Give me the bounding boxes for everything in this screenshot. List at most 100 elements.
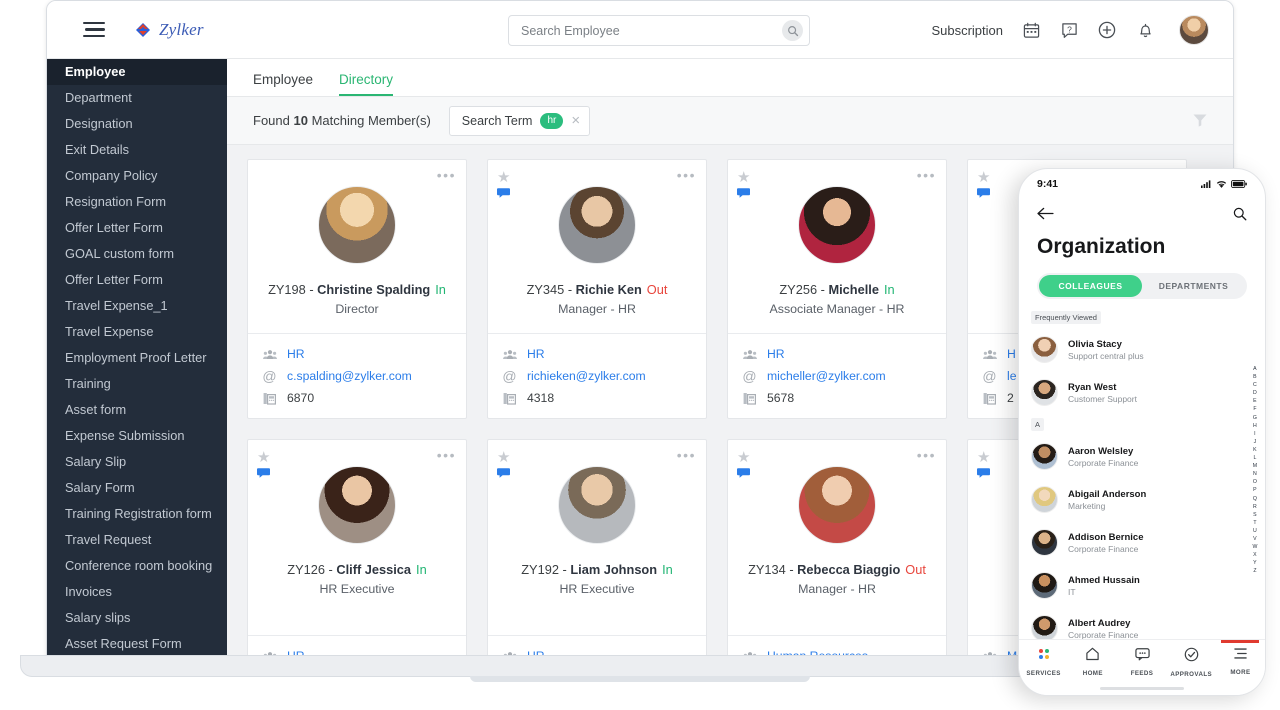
subscription-link[interactable]: Subscription [931, 23, 1003, 38]
star-icon[interactable]: ★ [497, 448, 510, 466]
sidebar-item-company-policy[interactable]: Company Policy [47, 163, 227, 189]
alpha-index-letter[interactable]: U [1253, 527, 1257, 535]
alpha-index-letter[interactable]: T [1253, 519, 1256, 527]
chat-icon[interactable] [497, 467, 511, 482]
more-options-icon[interactable]: ••• [917, 167, 936, 183]
search-term-chip[interactable]: Search Term hr × [449, 106, 590, 136]
alpha-index-letter[interactable]: A [1253, 365, 1257, 373]
sidebar-item-department[interactable]: Department [47, 85, 227, 111]
sidebar-item-employment-proof-letter[interactable]: Employment Proof Letter [47, 345, 227, 371]
alpha-index-letter[interactable]: X [1253, 551, 1257, 559]
alpha-index-letter[interactable]: E [1253, 397, 1257, 405]
alpha-index-letter[interactable]: V [1253, 535, 1257, 543]
alphabet-index[interactable]: ABCDEFGHIJKLMNOPQRSTUVWXYZ [1249, 365, 1261, 575]
alpha-index-letter[interactable]: S [1253, 511, 1257, 519]
chat-icon[interactable] [737, 467, 751, 482]
alpha-index-letter[interactable]: I [1254, 430, 1256, 438]
more-options-icon[interactable]: ••• [677, 167, 696, 183]
phone-tab-more[interactable]: MORE [1216, 647, 1265, 676]
sidebar-item-asset-request-form[interactable]: Asset Request Form [47, 631, 227, 657]
search-icon[interactable] [782, 20, 803, 41]
hamburger-icon[interactable] [83, 18, 105, 42]
alpha-index-letter[interactable]: O [1253, 478, 1257, 486]
sidebar-item-goal-custom-form[interactable]: GOAL custom form [47, 241, 227, 267]
alpha-index-letter[interactable]: W [1252, 543, 1257, 551]
list-item[interactable]: Olivia StacySupport central plus [1031, 328, 1253, 371]
phone-tab-approvals[interactable]: APPROVALS [1167, 647, 1216, 678]
employee-email[interactable]: le [1007, 369, 1017, 383]
employee-email[interactable]: richieken@zylker.com [527, 369, 646, 383]
bell-icon[interactable] [1135, 20, 1155, 40]
employee-email[interactable]: micheller@zylker.com [767, 369, 886, 383]
sidebar-item-travel-request[interactable]: Travel Request [47, 527, 227, 553]
employee-card[interactable]: ★•••ZY192 - Liam JohnsonInHR ExecutiveHR… [487, 439, 707, 668]
list-item[interactable]: Abigail AndersonMarketing [1031, 478, 1253, 521]
alpha-index-letter[interactable]: M [1253, 462, 1258, 470]
alpha-index-letter[interactable]: K [1253, 446, 1257, 454]
star-icon[interactable]: ★ [737, 448, 750, 466]
calendar-icon[interactable] [1021, 20, 1041, 40]
list-item[interactable]: Ryan WestCustomer Support [1031, 371, 1253, 414]
chat-icon[interactable] [977, 187, 991, 202]
avatar[interactable] [1179, 15, 1209, 45]
sidebar-item-asset-form[interactable]: Asset form [47, 397, 227, 423]
more-options-icon[interactable]: ••• [677, 447, 696, 463]
alpha-index-letter[interactable]: Q [1253, 495, 1257, 503]
list-item[interactable]: Ahmed HussainIT [1031, 564, 1253, 607]
alpha-index-letter[interactable]: L [1253, 454, 1256, 462]
alpha-index-letter[interactable]: P [1253, 486, 1257, 494]
phone-tab-home[interactable]: HOME [1068, 647, 1117, 677]
tab-employee[interactable]: Employee [253, 72, 313, 96]
star-icon[interactable]: ★ [497, 168, 510, 186]
sidebar-item-employee[interactable]: Employee [47, 59, 227, 85]
sidebar-item-offer-letter-form[interactable]: Offer Letter Form [47, 267, 227, 293]
more-options-icon[interactable]: ••• [917, 447, 936, 463]
list-item[interactable]: Addison BerniceCorporate Finance [1031, 521, 1253, 564]
sidebar-item-salary-slip[interactable]: Salary Slip [47, 449, 227, 475]
alpha-index-letter[interactable]: J [1254, 438, 1257, 446]
sidebar-item-expense-submission[interactable]: Expense Submission [47, 423, 227, 449]
chat-icon[interactable] [497, 187, 511, 202]
employee-card[interactable]: ★•••ZY126 - Cliff JessicaInHR ExecutiveH… [247, 439, 467, 668]
employee-card[interactable]: ★•••ZY345 - Richie KenOutManager - HRHR@… [487, 159, 707, 419]
employee-department[interactable]: HR [527, 347, 545, 361]
alpha-index-letter[interactable]: Z [1253, 567, 1256, 575]
alpha-index-letter[interactable]: G [1253, 414, 1257, 422]
star-icon[interactable]: ★ [977, 168, 990, 186]
more-options-icon[interactable]: ••• [437, 167, 456, 183]
sidebar-item-training[interactable]: Training [47, 371, 227, 397]
phone-tab-feeds[interactable]: FEEDS [1117, 647, 1166, 677]
sidebar-item-travel-expense-1[interactable]: Travel Expense_1 [47, 293, 227, 319]
employee-department[interactable]: HR [287, 347, 305, 361]
close-icon[interactable]: × [571, 114, 580, 128]
filter-icon[interactable] [1191, 111, 1209, 134]
sidebar-item-training-registration-form[interactable]: Training Registration form [47, 501, 227, 527]
sidebar-item-conference-room-booking[interactable]: Conference room booking [47, 553, 227, 579]
tab-directory[interactable]: Directory [339, 72, 393, 96]
sidebar-item-offer-letter-form[interactable]: Offer Letter Form [47, 215, 227, 241]
help-icon[interactable]: ? [1059, 20, 1079, 40]
alpha-index-letter[interactable]: N [1253, 470, 1257, 478]
sidebar-item-invoices[interactable]: Invoices [47, 579, 227, 605]
employee-card[interactable]: ★•••ZY134 - Rebecca BiaggioOutManager - … [727, 439, 947, 668]
sidebar-item-salary-form[interactable]: Salary Form [47, 475, 227, 501]
employee-email[interactable]: c.spalding@zylker.com [287, 369, 412, 383]
alpha-index-letter[interactable]: H [1253, 422, 1257, 430]
segment-colleagues[interactable]: COLLEAGUES [1039, 275, 1142, 297]
sidebar-item-designation[interactable]: Designation [47, 111, 227, 137]
sidebar-item-resignation-form[interactable]: Resignation Form [47, 189, 227, 215]
sidebar-item-salary-slips[interactable]: Salary slips [47, 605, 227, 631]
sidebar-item-travel-expense[interactable]: Travel Expense [47, 319, 227, 345]
employee-department[interactable]: HR [767, 347, 785, 361]
search-icon[interactable] [1233, 207, 1247, 226]
chat-icon[interactable] [737, 187, 751, 202]
list-item[interactable]: Aaron WelsleyCorporate Finance [1031, 435, 1253, 478]
more-options-icon[interactable]: ••• [437, 447, 456, 463]
add-icon[interactable] [1097, 20, 1117, 40]
alpha-index-letter[interactable]: D [1253, 389, 1257, 397]
star-icon[interactable]: ★ [737, 168, 750, 186]
alpha-index-letter[interactable]: B [1253, 373, 1257, 381]
star-icon[interactable]: ★ [257, 448, 270, 466]
alpha-index-letter[interactable]: Y [1253, 559, 1257, 567]
back-arrow-icon[interactable] [1037, 207, 1054, 225]
